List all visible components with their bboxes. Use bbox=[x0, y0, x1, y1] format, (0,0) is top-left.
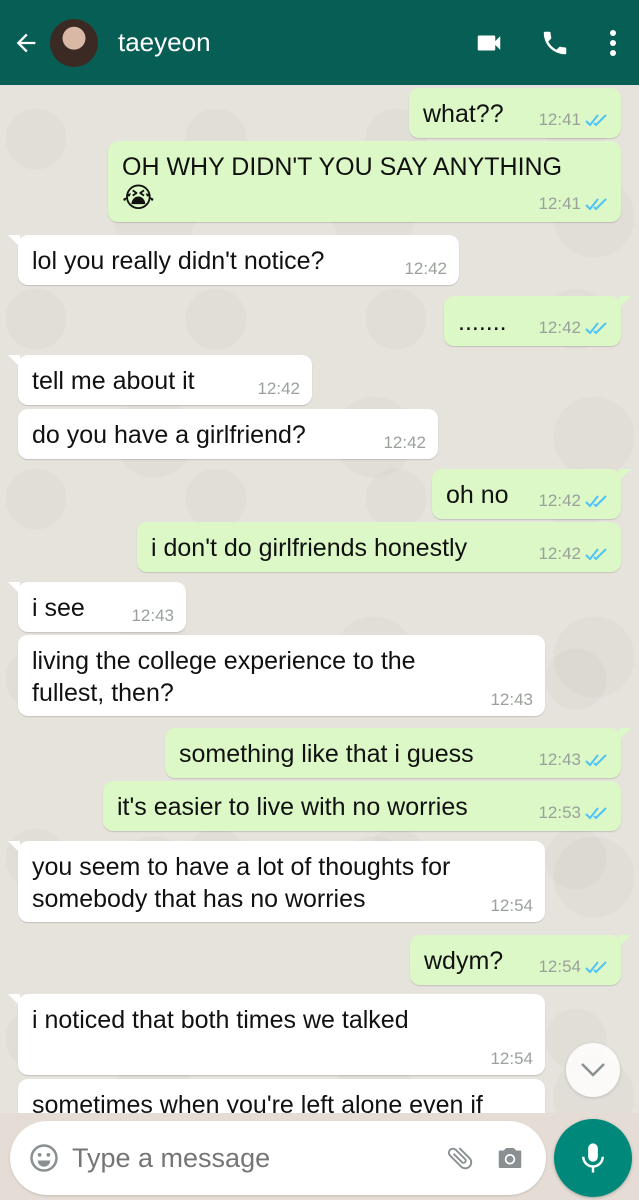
back-arrow-icon[interactable] bbox=[6, 0, 46, 85]
message-bubble-outgoing[interactable]: what?? 12:41 bbox=[409, 88, 621, 138]
camera-icon[interactable] bbox=[490, 1138, 530, 1178]
message-meta: 12:54 bbox=[538, 957, 609, 979]
more-options-icon[interactable] bbox=[601, 23, 625, 63]
message-input[interactable] bbox=[72, 1142, 440, 1174]
message-text: wdym? bbox=[424, 947, 504, 975]
message-composer bbox=[10, 1121, 546, 1195]
message-meta: 12:43 bbox=[538, 750, 609, 772]
message-meta: 12:41 bbox=[538, 194, 609, 216]
double-check-read-icon bbox=[585, 546, 609, 566]
double-check-read-icon bbox=[585, 493, 609, 513]
message-text: OH WHY DIDN'T YOU SAY ANYTHING bbox=[122, 153, 563, 181]
message-text: it's easier to live with no worries bbox=[117, 793, 468, 821]
message-bubble-incoming[interactable]: do you have a girlfriend? 12:42 bbox=[18, 409, 438, 459]
message-meta: 12:54 bbox=[490, 896, 533, 915]
message-bubble-incoming[interactable]: living the college experience to the ful… bbox=[18, 635, 545, 716]
message-bubble-outgoing[interactable]: something like that i guess 12:43 bbox=[165, 728, 631, 778]
message-meta: 12:54 bbox=[490, 1049, 533, 1068]
double-check-read-icon bbox=[585, 752, 609, 772]
message-meta: 12:42 bbox=[538, 491, 609, 513]
double-check-read-icon bbox=[585, 959, 609, 979]
crying-emoji: 😭 bbox=[122, 182, 155, 213]
mic-button[interactable] bbox=[554, 1119, 632, 1197]
double-check-read-icon bbox=[585, 112, 609, 132]
message-text: something like that i guess bbox=[179, 740, 474, 768]
double-check-read-icon bbox=[585, 196, 609, 216]
double-check-read-icon bbox=[585, 805, 609, 825]
mic-icon bbox=[582, 1143, 604, 1173]
message-bubble-incoming[interactable]: i see 12:43 bbox=[8, 582, 186, 632]
message-text: living the college experience to the ful… bbox=[32, 647, 416, 707]
message-text: i don't do girlfriends honestly bbox=[151, 534, 468, 562]
message-meta: 12:43 bbox=[131, 606, 174, 625]
message-bubble-outgoing[interactable]: oh no 12:42 bbox=[432, 469, 631, 519]
message-meta: 12:53 bbox=[538, 803, 609, 825]
message-text: i see bbox=[32, 594, 85, 622]
message-meta: 12:42 bbox=[383, 433, 426, 452]
chat-area[interactable]: what?? 12:41 OH WHY DIDN'T YOU SAY ANYTH… bbox=[0, 85, 639, 1113]
message-text: lol you really didn't notice? bbox=[32, 247, 325, 275]
message-text: oh no bbox=[446, 481, 509, 509]
message-text: what?? bbox=[423, 100, 504, 128]
chevron-down-icon bbox=[581, 1063, 605, 1077]
double-check-read-icon bbox=[585, 320, 609, 340]
message-text: ....... bbox=[458, 308, 507, 336]
message-bubble-incoming[interactable]: you seem to have a lot of thoughts for s… bbox=[8, 841, 545, 922]
message-meta: 12:42 bbox=[404, 259, 447, 278]
message-meta: 12:42 bbox=[257, 379, 300, 398]
message-bubble-incoming[interactable]: sometimes when you're left alone even if bbox=[18, 1079, 545, 1113]
phone-icon[interactable] bbox=[535, 23, 575, 63]
message-meta: 12:41 bbox=[538, 110, 609, 132]
chat-header: taeyeon bbox=[0, 0, 639, 85]
message-text: do you have a girlfriend? bbox=[32, 421, 306, 449]
video-call-icon[interactable] bbox=[469, 23, 509, 63]
message-bubble-incoming[interactable]: lol you really didn't notice? 12:42 bbox=[8, 235, 459, 285]
message-text: tell me about it bbox=[32, 367, 195, 395]
scroll-to-bottom-button[interactable] bbox=[566, 1043, 620, 1097]
message-bubble-outgoing[interactable]: OH WHY DIDN'T YOU SAY ANYTHING 😭 12:41 bbox=[108, 141, 621, 222]
message-bubble-outgoing[interactable]: i don't do girlfriends honestly 12:42 bbox=[137, 522, 621, 572]
message-meta: 12:42 bbox=[538, 318, 609, 340]
message-bubble-outgoing[interactable]: ....... 12:42 bbox=[444, 296, 631, 346]
message-bubble-outgoing[interactable]: wdym? 12:54 bbox=[410, 935, 631, 985]
message-meta: 12:43 bbox=[490, 690, 533, 709]
message-bubble-outgoing[interactable]: it's easier to live with no worries 12:5… bbox=[103, 781, 621, 831]
message-meta: 12:42 bbox=[538, 544, 609, 566]
avatar[interactable] bbox=[50, 18, 98, 67]
contact-name[interactable]: taeyeon bbox=[118, 27, 469, 58]
emoji-icon[interactable] bbox=[24, 1138, 64, 1178]
message-text: i noticed that both times we talked bbox=[32, 1006, 409, 1034]
message-text: sometimes when you're left alone even if bbox=[32, 1091, 483, 1113]
message-bubble-incoming[interactable]: i noticed that both times we talked 12:5… bbox=[8, 994, 545, 1075]
attach-icon[interactable] bbox=[440, 1138, 480, 1178]
message-text: you seem to have a lot of thoughts for s… bbox=[32, 853, 451, 913]
message-bubble-incoming[interactable]: tell me about it 12:42 bbox=[8, 355, 312, 405]
